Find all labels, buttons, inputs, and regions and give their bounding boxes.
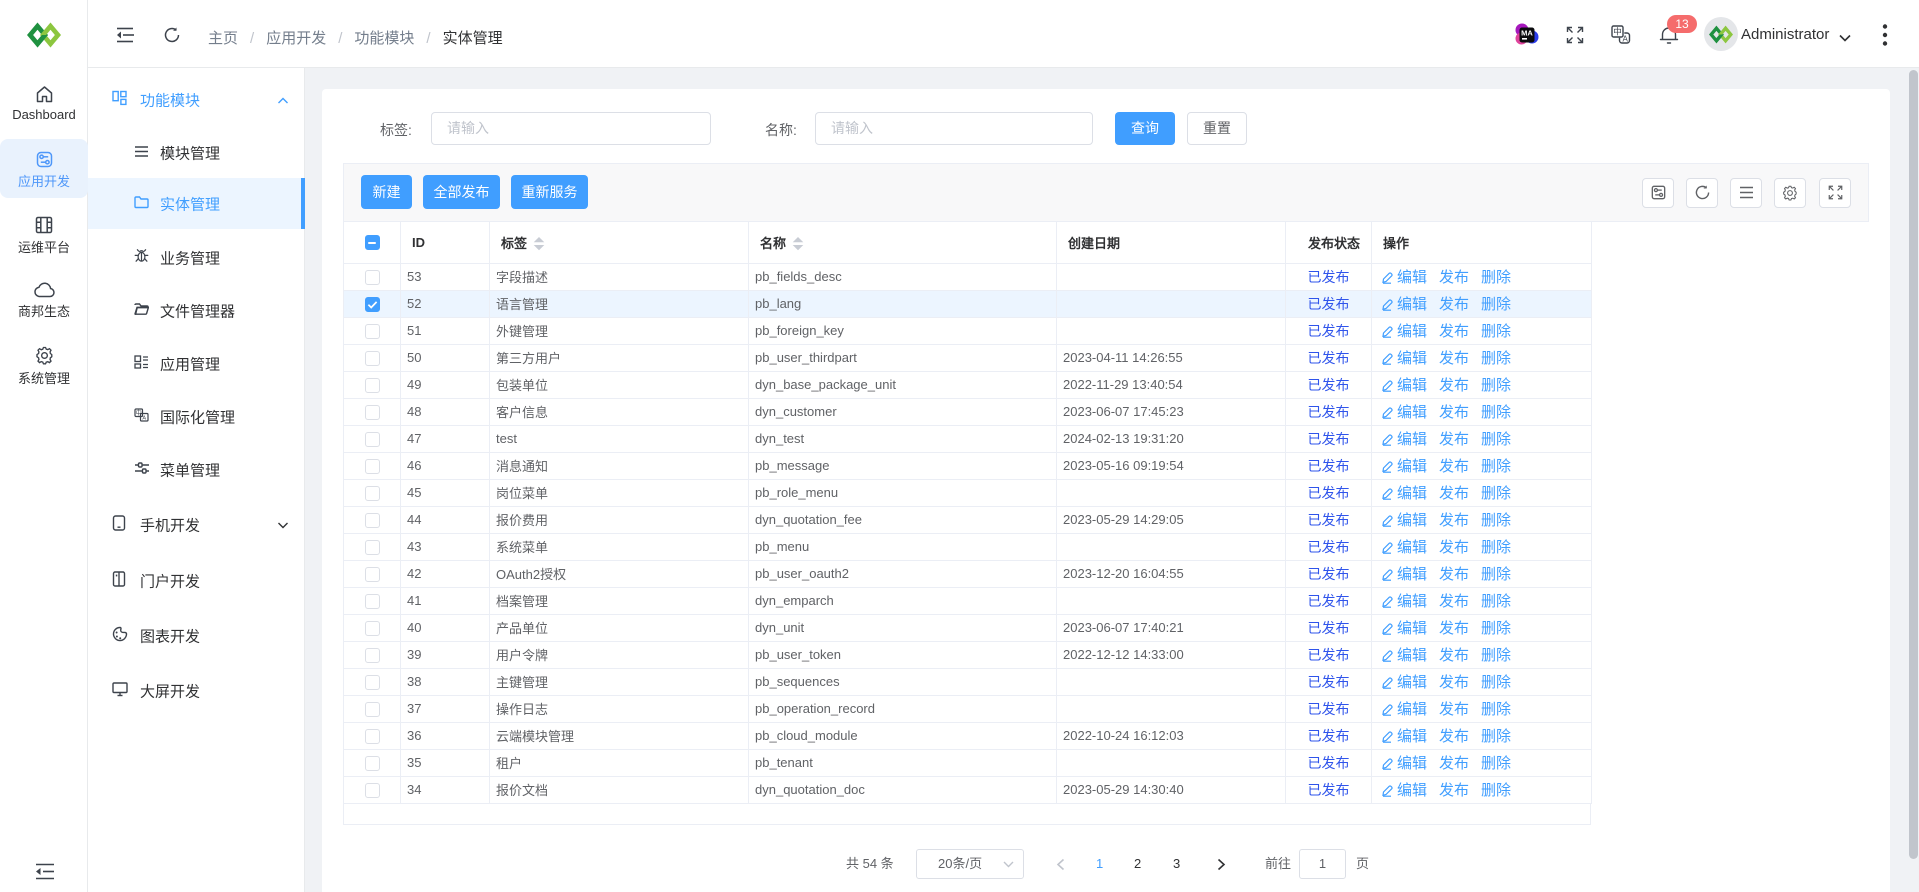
svg-text:MA: MA <box>1521 29 1533 38</box>
svg-text:A: A <box>1623 34 1629 43</box>
svg-text:A: A <box>142 416 146 422</box>
svg-text:中: 中 <box>1613 27 1622 37</box>
svg-text:中: 中 <box>136 409 142 417</box>
